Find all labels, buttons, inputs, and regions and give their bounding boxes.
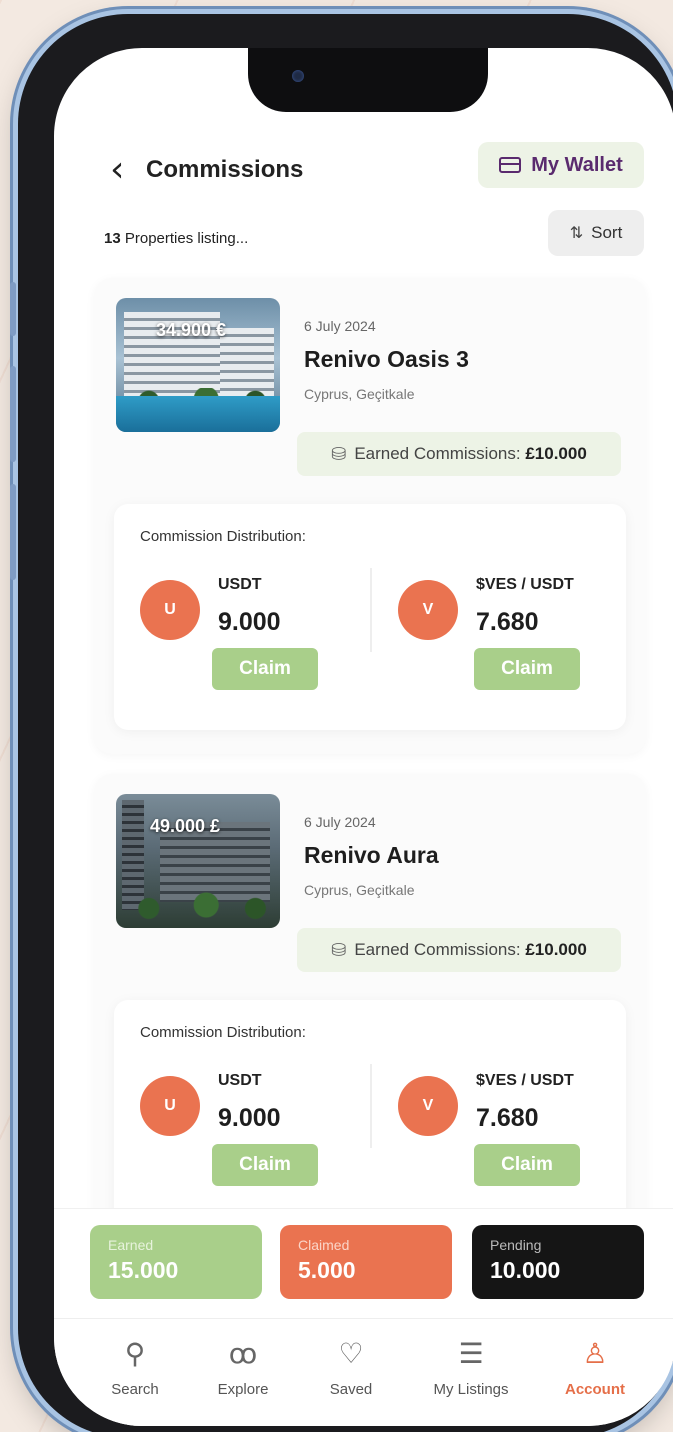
- search-icon: ⚲: [124, 1337, 146, 1370]
- earned-commissions-text: Earned Commissions: £10.000: [354, 444, 586, 464]
- checklist-icon: ☰: [458, 1337, 484, 1370]
- property-card[interactable]: 49.000 £ 6 July 2024 Renivo Aura Cyprus,…: [94, 774, 646, 1234]
- sort-label: Sort: [591, 223, 623, 242]
- earned-value: £10.000: [525, 940, 587, 959]
- coin-name: USDT: [218, 576, 262, 593]
- tile-value: 5.000: [298, 1257, 356, 1283]
- property-title[interactable]: Renivo Aura: [304, 842, 439, 869]
- nav-label: My Listings: [433, 1381, 509, 1398]
- nav-label: Search: [111, 1381, 159, 1398]
- volume-down-button: [10, 484, 16, 580]
- property-price: 49.000 £: [150, 816, 221, 836]
- binoculars-icon: ꝏ: [228, 1337, 258, 1370]
- usdt-coin-icon: U: [140, 580, 200, 640]
- property-photo: 34.900 €: [116, 298, 280, 432]
- volume-up-button: [10, 366, 16, 462]
- claim-button[interactable]: Claim: [212, 1144, 318, 1186]
- coin-amount: 7.680: [476, 1104, 539, 1132]
- tile-value: 15.000: [108, 1257, 179, 1283]
- property-location: Cyprus, Geçitkale: [304, 882, 415, 898]
- top-bar: ‹ Commissions My Wallet: [54, 136, 673, 206]
- ves-coin-icon: V: [398, 1076, 458, 1136]
- claimed-tile: Claimed 5.000: [280, 1225, 452, 1299]
- tile-label: Claimed: [298, 1237, 350, 1253]
- listing-count-suffix: Properties listing...: [124, 230, 249, 247]
- pending-tile: Pending 10.000: [472, 1225, 644, 1299]
- earned-tile: Earned 15.000: [90, 1225, 262, 1299]
- cash-icon: ⛁: [331, 443, 347, 464]
- earned-commissions-badge: ⛁ Earned Commissions: £10.000: [297, 928, 621, 972]
- divider: [370, 568, 372, 652]
- earned-value: £10.000: [525, 444, 587, 463]
- listing-date: 6 July 2024: [304, 814, 376, 830]
- commission-summary: Earned 15.000 Claimed 5.000 Pending 10.0…: [54, 1208, 673, 1319]
- sort-button[interactable]: ⇅ Sort: [548, 210, 644, 256]
- property-photo: 49.000 £: [116, 794, 280, 928]
- app-screen: ‹ Commissions My Wallet 13 Properties li…: [54, 48, 673, 1426]
- distribution-title: Commission Distribution:: [140, 1024, 306, 1041]
- photo-trees: [116, 888, 280, 922]
- heart-icon: ♡: [338, 1337, 364, 1370]
- earned-commissions-badge: ⛁ Earned Commissions: £10.000: [297, 432, 621, 476]
- front-camera: [292, 70, 304, 82]
- usdt-coin-icon: U: [140, 1076, 200, 1136]
- commission-distribution: Commission Distribution: U USDT 9.000 Cl…: [114, 504, 626, 730]
- property-title[interactable]: Renivo Oasis 3: [304, 346, 469, 373]
- cash-icon: ⛁: [331, 939, 347, 960]
- divider: [370, 1064, 372, 1148]
- nav-saved[interactable]: ♡ Saved: [296, 1337, 406, 1398]
- ves-coin-icon: V: [398, 580, 458, 640]
- tile-label: Earned: [108, 1237, 154, 1253]
- coin-amount: 9.000: [218, 1104, 281, 1132]
- property-card[interactable]: 34.900 € 6 July 2024 Renivo Oasis 3 Cypr…: [94, 278, 646, 754]
- listing-date: 6 July 2024: [304, 318, 376, 334]
- back-arrow-icon[interactable]: ‹: [110, 152, 124, 188]
- tile-value: 10.000: [490, 1257, 561, 1283]
- property-price: 34.900 €: [156, 320, 227, 340]
- distribution-title: Commission Distribution:: [140, 528, 306, 545]
- commission-distribution: Commission Distribution: U USDT 9.000 Cl…: [114, 1000, 626, 1226]
- claim-button[interactable]: Claim: [474, 648, 580, 690]
- earned-label: Earned Commissions:: [354, 444, 521, 463]
- listing-count: 13 Properties listing...: [104, 230, 248, 247]
- wallet-icon: [499, 157, 522, 173]
- nav-label: Saved: [329, 1381, 373, 1398]
- property-location: Cyprus, Geçitkale: [304, 386, 415, 402]
- earned-commissions-text: Earned Commissions: £10.000: [354, 940, 586, 960]
- earned-label: Earned Commissions:: [354, 940, 521, 959]
- nav-search[interactable]: ⚲ Search: [80, 1337, 190, 1398]
- listing-count-number: 13: [104, 230, 121, 247]
- page-title: Commissions: [146, 156, 304, 183]
- nav-my-listings[interactable]: ☰ My Listings: [416, 1337, 526, 1398]
- nav-explore[interactable]: ꝏ Explore: [188, 1337, 298, 1398]
- nav-label: Explore: [217, 1381, 269, 1398]
- bottom-nav: ⚲ Search ꝏ Explore ♡ Saved ☰ My Listings…: [54, 1318, 673, 1426]
- claim-button[interactable]: Claim: [474, 1144, 580, 1186]
- my-wallet-button[interactable]: My Wallet: [478, 142, 644, 188]
- phone-frame: ‹ Commissions My Wallet 13 Properties li…: [10, 14, 673, 1432]
- mute-switch: [10, 282, 16, 336]
- photo-pool: [116, 396, 280, 432]
- nav-account[interactable]: ♙ Account: [540, 1337, 650, 1398]
- tile-label: Pending: [490, 1237, 542, 1253]
- nav-label: Account: [565, 1381, 625, 1398]
- notch: [248, 48, 488, 112]
- coin-name: USDT: [218, 1072, 262, 1089]
- coin-name: $VES / USDT: [476, 1072, 574, 1089]
- coin-amount: 9.000: [218, 608, 281, 636]
- sort-icon: ⇅: [569, 225, 584, 242]
- coin-name: $VES / USDT: [476, 576, 574, 593]
- coin-amount: 7.680: [476, 608, 539, 636]
- user-icon: ♙: [582, 1337, 608, 1370]
- my-wallet-label: My Wallet: [531, 153, 623, 176]
- claim-button[interactable]: Claim: [212, 648, 318, 690]
